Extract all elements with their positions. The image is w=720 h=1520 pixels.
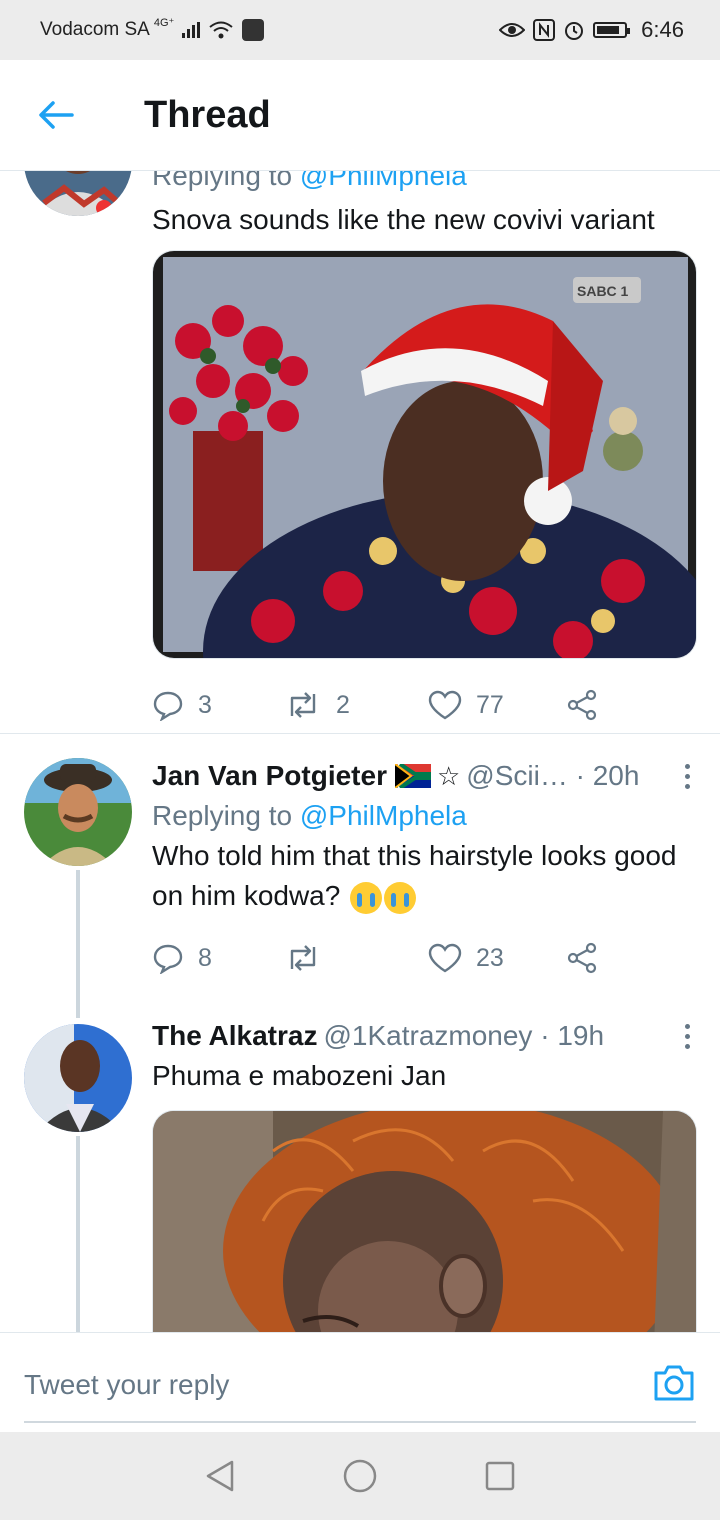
like-count: 77 [476, 690, 504, 719]
eye-icon [499, 23, 526, 37]
share-icon [567, 689, 597, 721]
heart-icon [428, 943, 462, 973]
replying-to: Replying to @PhilMphela [152, 796, 697, 836]
reply-button[interactable]: 8 [152, 942, 284, 974]
sabc-logo: SABC 1 [577, 283, 629, 299]
tweet-1[interactable]: Replying to @PhilMphela Snova sounds lik… [0, 170, 720, 734]
status-bar: Vodacom SA 4G⁺ 6:46 [0, 0, 720, 60]
reply-bar: Tweet your reply [0, 1332, 720, 1433]
avatar[interactable] [24, 1024, 132, 1132]
system-nav-bar [0, 1432, 720, 1520]
reply-button[interactable]: 3 [152, 689, 284, 721]
crying-face-icon [384, 881, 417, 914]
nav-recents-button[interactable] [480, 1456, 520, 1496]
tweet-content: Jan Van Potgieter ☆ @Scii… · 20h Replyin… [152, 758, 697, 978]
wifi-icon [209, 21, 233, 39]
camera-icon [654, 1365, 694, 1401]
avatar-image [24, 170, 132, 216]
tweet-text: Phuma e mabozeni Jan [152, 1060, 447, 1091]
tweet-text: Snova sounds like the new covivi variant [152, 204, 655, 235]
status-right: 6:46 [499, 17, 684, 43]
replying-to-label: Replying to [152, 800, 293, 831]
user-line: Jan Van Potgieter ☆ @Scii… · 20h [152, 758, 697, 794]
user-line: The Alkatraz @1Katrazmoney · 19h [152, 1018, 697, 1054]
mention-link[interactable]: @PhilMphela [300, 170, 467, 191]
thread[interactable]: Replying to @PhilMphela Snova sounds lik… [0, 170, 720, 1332]
replying-to: Replying to @PhilMphela [152, 170, 697, 196]
clock: 6:46 [641, 17, 684, 42]
tweet-content: Replying to @PhilMphela Snova sounds lik… [152, 170, 697, 725]
replying-to-label: Replying to [152, 170, 293, 191]
reply-count: 8 [198, 943, 212, 972]
status-left: Vodacom SA 4G⁺ [40, 16, 265, 41]
handle-time: @Scii… · 20h [466, 760, 640, 791]
reply-count: 3 [198, 690, 212, 719]
nav-back-button[interactable] [200, 1456, 240, 1496]
nfc-icon [533, 19, 556, 41]
south-africa-flag-icon [394, 764, 431, 788]
retweet-icon [290, 945, 316, 971]
share-button[interactable] [566, 689, 598, 721]
header: Thread [0, 60, 720, 171]
tweet-content: The Alkatraz @1Katrazmoney · 19h Phuma e… [152, 1018, 697, 1332]
retweet-icon [290, 692, 316, 718]
retweet-button[interactable]: 2 [284, 690, 428, 720]
avatar[interactable] [24, 758, 132, 866]
retweet-count: 2 [336, 690, 350, 719]
battery-icon [593, 22, 631, 38]
circle-home-icon [343, 1459, 377, 1493]
camera-button[interactable] [652, 1363, 696, 1403]
thread-line [76, 870, 80, 1018]
more-options-button[interactable] [677, 758, 697, 794]
share-button[interactable] [566, 942, 598, 974]
arrow-left-icon [39, 101, 74, 129]
handle-time: @1Katrazmoney · 19h [323, 1020, 605, 1051]
reply-input[interactable]: Tweet your reply [24, 1355, 624, 1415]
user-name[interactable]: Jan Van Potgieter [152, 760, 387, 792]
page-title: Thread [144, 93, 271, 136]
app-notification-icon [242, 19, 265, 41]
retweet-button[interactable] [284, 943, 428, 973]
carrier-label: Vodacom SA [40, 19, 150, 40]
like-button[interactable]: 77 [428, 690, 566, 720]
signal-icon [182, 22, 201, 38]
thread-line [76, 1136, 80, 1332]
network-type: 4G⁺ [153, 16, 175, 29]
heart-icon [428, 690, 462, 720]
more-options-button[interactable] [677, 1018, 697, 1054]
avatar-image [24, 758, 132, 866]
tweet-2[interactable]: Jan Van Potgieter ☆ @Scii… · 20h Replyin… [0, 734, 720, 1018]
square-recents-icon [485, 1461, 515, 1491]
tweet-text: Who told him that this hairstyle looks g… [152, 836, 697, 916]
triangle-back-icon [206, 1460, 234, 1492]
orangutan-image [153, 1111, 696, 1332]
user-name[interactable]: The Alkatraz [152, 1020, 317, 1052]
like-button[interactable]: 23 [428, 943, 566, 973]
like-count: 23 [476, 943, 504, 972]
mention-link[interactable]: @PhilMphela [300, 800, 467, 831]
tweet-media-image[interactable] [152, 1110, 697, 1332]
tweet-3[interactable]: The Alkatraz @1Katrazmoney · 19h Phuma e… [0, 1018, 720, 1332]
crying-face-icon [350, 881, 383, 914]
tweet-media-image[interactable]: SABC 1 [152, 250, 697, 659]
comment-icon [153, 944, 183, 974]
santa-hat-image: SABC 1 [153, 251, 696, 658]
alarm-icon [565, 22, 584, 40]
avatar-image [24, 1024, 132, 1132]
tweet-actions: 8 23 [152, 938, 697, 978]
comment-icon [153, 691, 183, 721]
share-icon [567, 942, 597, 974]
back-button[interactable] [28, 87, 84, 143]
reply-input-underline [24, 1421, 696, 1423]
tweet-actions: 3 2 77 [152, 685, 697, 725]
nav-home-button[interactable] [340, 1456, 380, 1496]
star-icon: ☆ [436, 760, 461, 791]
avatar[interactable] [24, 170, 132, 216]
